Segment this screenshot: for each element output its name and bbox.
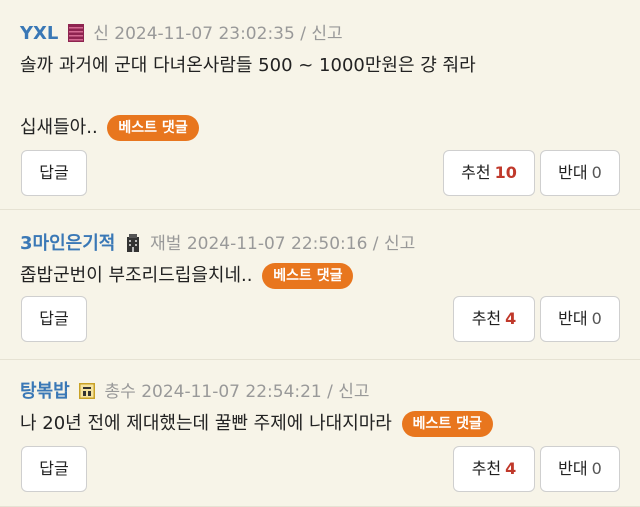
downvote-count: 0 [591,309,602,328]
comment-line-text: 좁밥군번이 부조리드립을치네.. [20,265,253,286]
level-label: 재벌 [150,234,182,254]
comment-date: 2024-11-07 23:02:35 [114,24,295,44]
downvote-label: 반대 [558,309,588,328]
comment-date: 2024-11-07 22:54:21 [141,382,322,402]
level-chongsu-icon [79,383,96,399]
comment-line: 솔까 과거에 군대 다녀온사람들 500 ~ 1000만원은 걍 줘라 [20,55,476,76]
upvote-button[interactable]: 추천 4 [453,296,535,342]
comment-item: YXL 신 2024-11-07 23:02:35 / 신고 솔까 과거에 군대… [0,0,640,210]
upvote-label: 추천 [471,309,502,328]
level-label: 총수 [104,382,136,402]
upvote-button[interactable]: 추천 10 [443,150,535,196]
reply-button[interactable]: 답글 [21,150,87,196]
downvote-button[interactable]: 반대 0 [540,446,620,492]
level-shin-icon [67,24,84,42]
downvote-label: 반대 [558,459,588,478]
best-comment-badge: 베스트 댓글 [107,115,199,141]
comment-line-text: 십새들아.. [20,117,98,138]
downvote-count: 0 [591,163,602,182]
downvote-label: 반대 [558,163,588,182]
upvote-count: 10 [494,163,517,182]
comment-blank-line [20,80,624,108]
report-link[interactable]: 신고 [311,24,342,44]
comment-item: 3마인은기적 재벌 2024-11-07 22:50:16 / 신고 좁밥군번이… [0,210,640,360]
downvote-count: 0 [591,459,602,478]
comment-meta: 3마인은기적 재벌 2024-11-07 22:50:16 / 신고 [20,232,624,256]
comment-meta: YXL 신 2024-11-07 23:02:35 / 신고 [20,22,624,46]
level-jaebeol-icon [126,234,139,252]
comment-nickname[interactable]: 3마인은기적 [20,233,115,254]
upvote-label: 추천 [471,459,502,478]
downvote-button[interactable]: 반대 0 [540,150,620,196]
reply-button[interactable]: 답글 [21,296,87,342]
downvote-button[interactable]: 반대 0 [540,296,620,342]
comment-date: 2024-11-07 22:50:16 [186,234,368,254]
comment-line-text: 나 20년 전에 제대했는데 꿀빤 주제에 나대지마라 [20,413,392,434]
reply-button[interactable]: 답글 [21,446,87,492]
best-comment-badge: 베스트 댓글 [401,411,493,437]
meta-separator: / [327,382,333,402]
comment-line: 십새들아.. 베스트 댓글 [20,114,624,142]
upvote-count: 4 [505,459,517,478]
comment-meta: 탕볶밥 총수 2024-11-07 22:54:21 / 신고 [20,380,624,404]
best-comment-badge: 베스트 댓글 [262,263,354,289]
report-link[interactable]: 신고 [384,234,415,254]
report-link[interactable]: 신고 [338,382,369,402]
meta-separator: / [372,234,379,254]
upvote-label: 추천 [461,163,491,182]
comment-item: 탕볶밥 총수 2024-11-07 22:54:21 / 신고 나 20년 전에… [0,360,640,507]
comment-nickname[interactable]: 탕볶밥 [20,381,70,402]
comment-nickname[interactable]: YXL [20,23,58,44]
comment-body: 좁밥군번이 부조리드립을치네.. 베스트 댓글 [20,262,624,290]
upvote-count: 4 [505,309,517,328]
upvote-button[interactable]: 추천 4 [453,446,535,492]
meta-separator: / [300,24,306,44]
level-label: 신 [93,24,109,44]
comment-body: 솔까 과거에 군대 다녀온사람들 500 ~ 1000만원은 걍 줘라 십새들아… [20,52,624,142]
comment-body: 나 20년 전에 제대했는데 꿀빤 주제에 나대지마라 베스트 댓글 [20,410,624,438]
